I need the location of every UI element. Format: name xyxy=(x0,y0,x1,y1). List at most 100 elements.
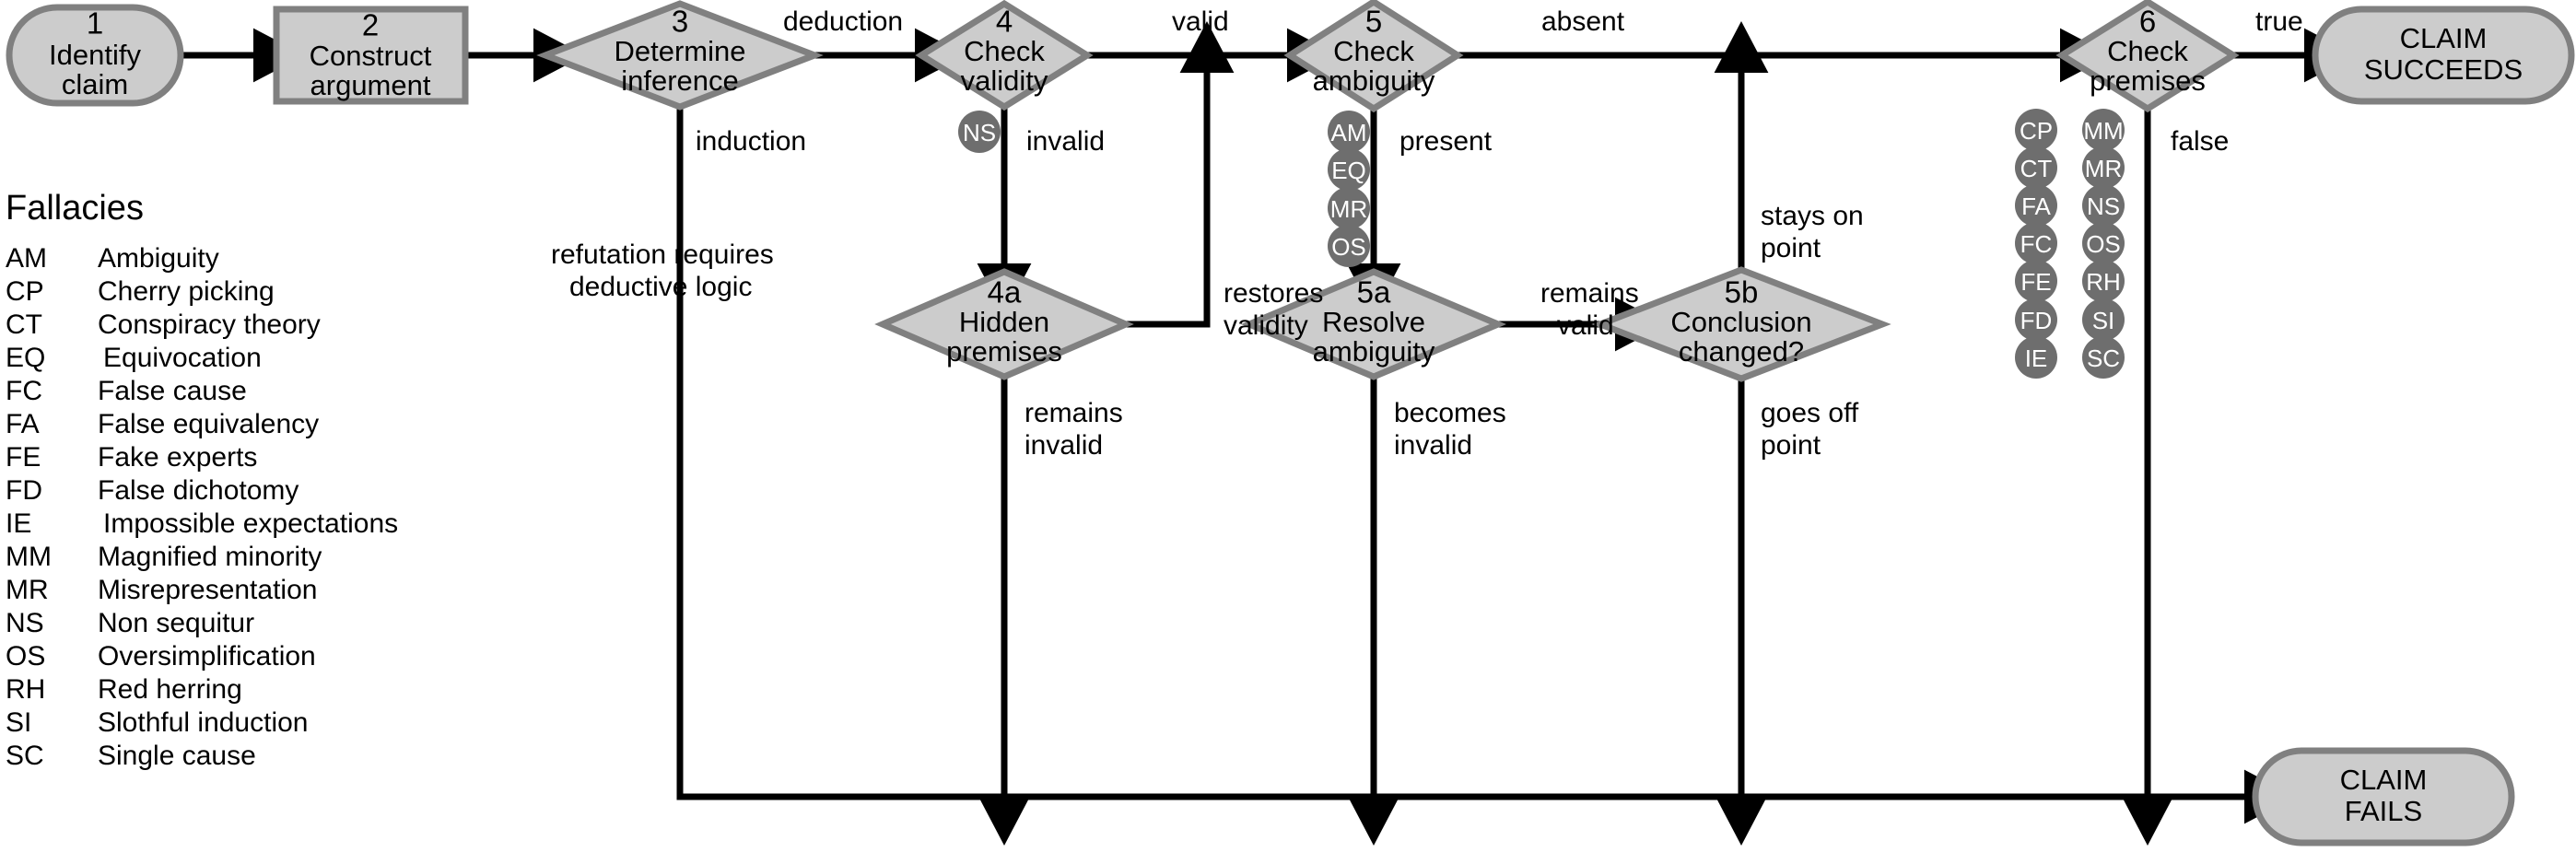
badge-mm-premises[interactable]: MM xyxy=(2082,109,2125,151)
badge-rh-premises[interactable]: RH xyxy=(2082,260,2125,302)
badge-eq-ambiguity[interactable]: EQ xyxy=(1328,148,1370,191)
badge-mr-premises[interactable]: MR xyxy=(2082,146,2125,189)
flowchart-canvas: 1 Identify claim 2 Construct argument 3 … xyxy=(0,0,2576,864)
legend-name-cp: Cherry picking xyxy=(98,276,275,307)
badge-cp-premises[interactable]: CP xyxy=(2015,109,2057,151)
edge-label-true: true xyxy=(2255,6,2303,37)
edge-hidden-premises-restores-validity xyxy=(1122,21,1235,328)
node-construct-argument-number: 2 xyxy=(362,8,379,42)
badge-fa-premises[interactable]: FA xyxy=(2015,184,2057,227)
edge-label-false: false xyxy=(2171,126,2229,157)
edge-label-remains-valid-line2: valid xyxy=(1557,310,1614,341)
badge-fe-premises[interactable]: FE xyxy=(2015,260,2057,302)
badge-ie-premises[interactable]: IE xyxy=(2015,336,2057,379)
badge-fd-premises[interactable]: FD xyxy=(2015,298,2057,341)
node-conclusion-changed-number: 5b xyxy=(1725,275,1759,309)
legend-name-ct: Conspiracy theory xyxy=(98,309,321,340)
badge-cp-premises-label: CP xyxy=(2020,117,2053,145)
node-check-validity[interactable]: 4 Check validity xyxy=(915,0,1094,111)
node-conclusion-changed-line2: changed? xyxy=(1679,335,1804,368)
node-claim-succeeds-line1: CLAIM xyxy=(2400,22,2488,54)
legend-abbr-fe: FE xyxy=(6,442,41,473)
fallacies-legend: Fallacies AM Ambiguity CP Cherry picking… xyxy=(6,189,398,771)
badge-ns-premises-label: NS xyxy=(2087,193,2120,220)
edge-label-induction: induction xyxy=(696,126,806,157)
badge-ns-validity-label: NS xyxy=(963,119,996,146)
legend-abbr-fd: FD xyxy=(6,475,42,506)
badge-ns-premises[interactable]: NS xyxy=(2082,184,2125,227)
argument-evaluation-flowchart: 1 Identify claim 2 Construct argument 3 … xyxy=(6,0,2575,846)
badge-fa-premises-label: FA xyxy=(2021,193,2051,220)
legend-name-fe: Fake experts xyxy=(98,442,257,473)
legend-abbr-fc: FC xyxy=(6,376,42,406)
legend-name-am: Ambiguity xyxy=(98,243,219,274)
badge-os-premises[interactable]: OS xyxy=(2082,222,2125,264)
node-claim-fails-line2: FAILS xyxy=(2345,795,2422,827)
edge-label-invalid: invalid xyxy=(1026,126,1105,157)
edges-layer xyxy=(181,21,2356,846)
node-check-validity-number: 4 xyxy=(996,5,1013,39)
legend-name-fa: False equivalency xyxy=(98,409,319,439)
badge-mr-premises-label: MR xyxy=(2085,155,2122,182)
node-resolve-ambiguity-line2: ambiguity xyxy=(1313,335,1435,368)
edge-label-refutation-line1: refutation requires xyxy=(551,239,774,270)
node-check-ambiguity-number: 5 xyxy=(1365,5,1382,39)
legend-name-rh: Red herring xyxy=(98,674,242,705)
node-construct-argument[interactable]: 2 Construct argument xyxy=(273,6,469,105)
node-check-ambiguity-line2: ambiguity xyxy=(1313,64,1435,97)
legend-name-ie: Impossible expectations xyxy=(103,508,398,539)
badge-ct-premises-label: CT xyxy=(2020,155,2053,182)
legend-abbr-ct: CT xyxy=(6,309,42,340)
badge-am-ambiguity[interactable]: AM xyxy=(1328,111,1370,153)
legend-name-os: Oversimplification xyxy=(98,641,316,671)
legend-title: Fallacies xyxy=(6,189,144,228)
edge-label-becomes-invalid-line2: invalid xyxy=(1394,430,1472,461)
node-claim-succeeds[interactable]: CLAIM SUCCEEDS xyxy=(2312,6,2575,105)
badge-eq-ambiguity-label: EQ xyxy=(1331,157,1366,184)
node-check-validity-line1: Check xyxy=(964,35,1045,67)
badge-sc-premises[interactable]: SC xyxy=(2082,336,2125,379)
legend-name-ns: Non sequitur xyxy=(98,608,254,638)
edge-label-goes-off-point-line1: goes off xyxy=(1761,398,1859,428)
badge-ns-validity[interactable]: NS xyxy=(958,111,1001,153)
node-determine-inference[interactable]: 3 Determine inference xyxy=(536,0,824,111)
legend-abbr-eq: EQ xyxy=(6,343,45,373)
legend-abbr-si: SI xyxy=(6,707,31,738)
edge-label-remains-valid-line1: remains xyxy=(1540,278,1639,309)
node-determine-inference-line2: inference xyxy=(621,64,739,97)
node-claim-fails[interactable]: CLAIM FAILS xyxy=(2252,747,2515,846)
node-check-premises-line1: Check xyxy=(2107,35,2188,67)
badge-os-premises-label: OS xyxy=(2086,230,2121,258)
node-claim-succeeds-line2: SUCCEEDS xyxy=(2364,53,2523,86)
badge-mr-ambiguity[interactable]: MR xyxy=(1328,187,1370,229)
edge-label-goes-off-point-line2: point xyxy=(1761,430,1821,461)
node-identify-claim[interactable]: 1 Identify claim xyxy=(6,4,184,107)
legend-abbr-cp: CP xyxy=(6,276,44,307)
badges-layer: NS AM EQ MR OS CP CT FA FC FE FD IE MM M… xyxy=(958,109,2125,379)
edge-label-deduction: deduction xyxy=(783,6,903,37)
badge-fc-premises[interactable]: FC xyxy=(2015,222,2057,264)
node-conclusion-changed[interactable]: 5b Conclusion changed? xyxy=(1591,266,1891,382)
node-check-premises[interactable]: 6 Check premises xyxy=(2055,0,2240,113)
legend-abbr-am: AM xyxy=(6,243,47,274)
node-identify-claim-line1: Identify xyxy=(49,39,141,71)
node-construct-argument-line1: Construct xyxy=(310,40,432,72)
node-check-ambiguity[interactable]: 5 Check ambiguity xyxy=(1283,0,1464,113)
legend-abbr-sc: SC xyxy=(6,741,44,771)
node-hidden-premises-number: 4a xyxy=(988,275,1022,309)
node-check-premises-line2: premises xyxy=(2090,64,2206,97)
legend-name-mm: Magnified minority xyxy=(98,542,322,572)
node-hidden-premises[interactable]: 4a Hidden premises xyxy=(874,268,1134,380)
edge-label-restores-line2: validity xyxy=(1224,310,1308,341)
badge-os-ambiguity[interactable]: OS xyxy=(1328,225,1370,267)
badge-rh-premises-label: RH xyxy=(2086,268,2121,296)
legend-abbr-mr: MR xyxy=(6,575,49,605)
edge-label-present: present xyxy=(1399,126,1493,157)
legend-name-mr: Misrepresentation xyxy=(98,575,317,605)
badge-si-premises-label: SI xyxy=(2092,307,2115,334)
legend-abbr-ie: IE xyxy=(6,508,31,539)
badge-si-premises[interactable]: SI xyxy=(2082,298,2125,341)
badge-fe-premises-label: FE xyxy=(2020,268,2051,296)
badge-ct-premises[interactable]: CT xyxy=(2015,146,2057,189)
node-hidden-premises-line1: Hidden xyxy=(959,306,1049,338)
